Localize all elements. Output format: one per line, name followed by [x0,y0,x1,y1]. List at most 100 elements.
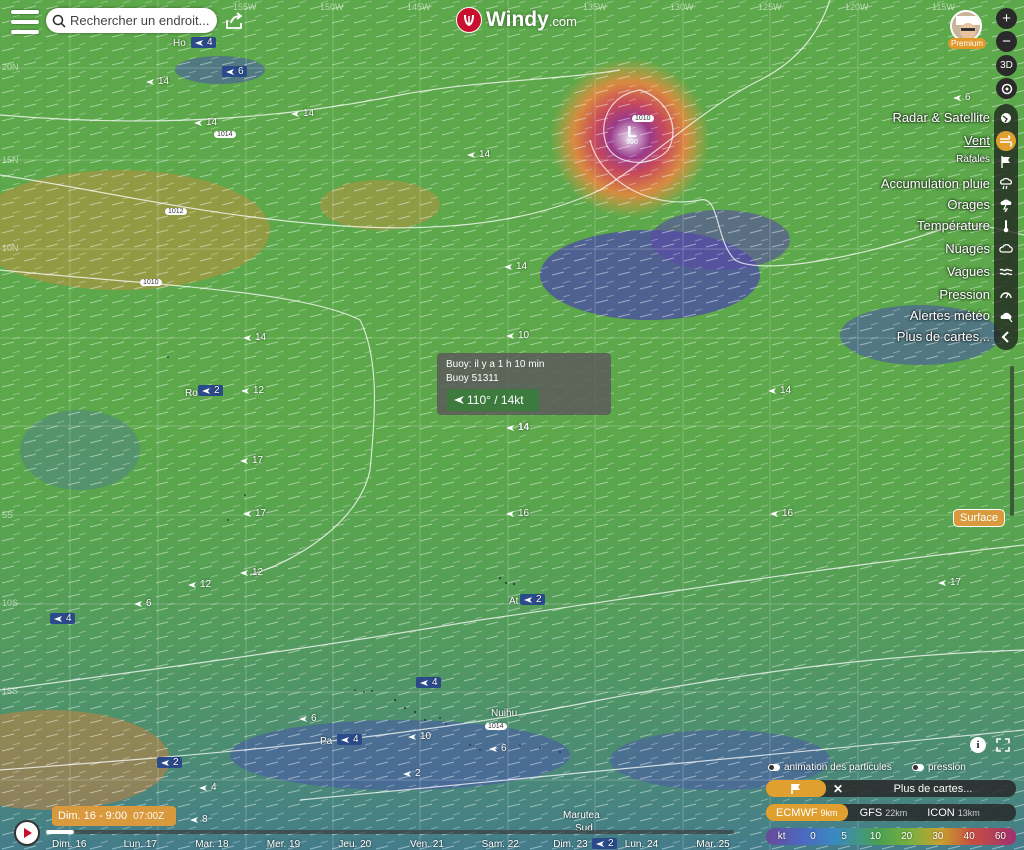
wind-station-label[interactable]: 6 [133,598,152,609]
wind-station-label[interactable]: 4 [337,734,362,745]
layer-2-label[interactable]: Vent [964,133,990,148]
wind-station-label[interactable]: 6 [298,713,317,724]
wind-speed-value: 10 [420,731,432,742]
surface-level-button[interactable]: Surface [953,509,1005,527]
windy-logo[interactable]: Windy.com [456,6,577,34]
wind-station-label[interactable]: 14 [466,149,490,160]
wind-speed-value: 6 [311,713,317,724]
wind-station-label[interactable]: 10 [505,330,529,341]
fullscreen-icon[interactable] [995,737,1011,753]
wind-station-label[interactable]: 12 [239,567,263,578]
thermometer-icon[interactable] [996,216,1016,236]
layer-4-label[interactable]: Accumulation pluie [881,176,990,191]
timeline-day-label[interactable]: Dim. 23 [553,839,587,850]
current-time-box[interactable]: Dim. 16 - 9:00 07:00Z [52,806,176,826]
wind-icon[interactable] [996,131,1016,151]
chevron-left-icon[interactable] [996,327,1016,347]
wind-station-label[interactable]: 14 [505,422,529,433]
wind-station-label[interactable]: 16 [769,508,793,519]
wind-station-label[interactable]: 2 [592,838,617,849]
view-3d-button[interactable]: 3D [996,55,1017,76]
layer-scrollbar[interactable] [1010,366,1014,516]
more-maps-button[interactable]: Plus de cartes... [850,783,1016,795]
timeline-day-label[interactable]: Jeu. 20 [338,839,371,850]
low-pressure-center[interactable]: L 990 [618,124,646,156]
weather-map[interactable]: 155W 150W 145W 135W 130W 125W 120W 115W 20N 15N 10… [0,0,1024,850]
layer-10-label[interactable]: Alertes météo [910,308,990,323]
layer-1-label[interactable]: Radar & Satellite [892,110,990,125]
alert-icon[interactable] [996,306,1016,326]
pressure-switch[interactable] [912,764,924,771]
search-input[interactable] [70,13,210,28]
wind-station-label[interactable]: 10 [407,731,431,742]
wind-station-label[interactable]: 12 [187,579,211,590]
timeline-day-label[interactable]: Sam. 22 [482,839,519,850]
model-ecmwf-button[interactable]: ECMWF 9km [766,804,848,821]
radar-satellite-icon[interactable] [996,108,1016,128]
pressure-toggle[interactable]: pression [912,762,966,773]
layer-5-label[interactable]: Orages [947,197,990,212]
wind-station-label[interactable]: 6 [222,66,247,77]
wind-station-label[interactable]: 17 [239,455,263,466]
wind-station-label[interactable]: 6 [952,92,971,103]
wind-station-label[interactable]: 17 [937,577,961,588]
layer-3-label[interactable]: Rafales [956,154,990,165]
close-icon[interactable]: ✕ [826,782,850,796]
location-icon[interactable] [996,78,1017,99]
pressure-gauge-icon[interactable] [996,285,1016,305]
timeline-day-label[interactable]: Mar. 18 [195,839,228,850]
wind-station-label[interactable]: 2 [402,768,421,779]
timeline-day-label[interactable]: Dim. 16 [52,839,86,850]
share-icon[interactable] [224,10,246,32]
wind-station-label[interactable]: 6 [488,743,507,754]
buoy-popup[interactable]: Buoy: il y a 1 h 10 min Buoy 51311 110° … [437,353,611,415]
timeline-day-label[interactable]: Mer. 19 [267,839,300,850]
wind-station-label[interactable]: 4 [191,37,216,48]
wind-station-label[interactable]: 14 [145,76,169,87]
wind-station-label[interactable]: 14 [290,108,314,119]
model-icon-button[interactable]: ICON 13km [917,804,990,821]
layer-11-label[interactable]: Plus de cartes... [897,329,990,344]
zoom-in-button[interactable]: + [996,8,1017,29]
wind-station-label[interactable]: 17 [242,508,266,519]
wind-station-label[interactable]: 2 [157,757,182,768]
wind-station-label[interactable]: 2 [520,594,545,605]
wind-station-label[interactable]: 12 [240,385,264,396]
wind-station-label[interactable]: 8 [189,814,208,825]
search-bar[interactable] [46,8,217,33]
layer-8-label[interactable]: Vagues [947,264,990,279]
wind-station-label[interactable]: 14 [767,385,791,396]
wind-station-label[interactable]: 2 [198,385,223,396]
cloud-icon[interactable] [996,239,1016,259]
wind-station-label[interactable]: 14 [193,117,217,128]
timeline-day-label[interactable]: Lun. 17 [124,839,157,850]
info-icon[interactable]: i [970,737,986,753]
wind-station-label[interactable]: 16 [505,508,529,519]
model-gfs-button[interactable]: GFS 22km [850,804,918,821]
layer-6-label[interactable]: Température [917,218,990,233]
menu-hamburger-icon[interactable] [10,10,40,34]
gusts-flag-icon[interactable] [996,152,1016,172]
wind-arrow-icon [291,110,299,117]
wind-station-label[interactable]: 14 [503,261,527,272]
waves-icon[interactable] [996,262,1016,282]
wind-station-label[interactable]: 4 [416,677,441,688]
particles-switch[interactable] [768,764,780,771]
layer-9-label[interactable]: Pression [939,287,990,302]
play-button[interactable] [14,820,40,846]
timeline-day-label[interactable]: Ven. 21 [410,839,444,850]
zoom-out-button[interactable]: − [996,31,1017,52]
favorites-flag-button[interactable] [766,780,826,797]
wind-station-label[interactable]: 14 [242,332,266,343]
rain-icon[interactable] [996,174,1016,194]
user-avatar[interactable]: Premium [948,10,987,49]
particles-toggle[interactable]: animation des particules [768,762,892,773]
layer-7-label[interactable]: Nuages [945,241,990,256]
timeline-day-label[interactable]: Mar. 25 [696,839,729,850]
buoy-wind-text: 110° / 14kt [467,393,524,407]
wind-station-label[interactable]: 4 [198,782,217,793]
thunderstorm-icon[interactable] [996,195,1016,215]
timeline-slider[interactable] [46,830,734,834]
timeline-day-label[interactable]: Lun. 24 [625,839,658,850]
wind-station-label[interactable]: 4 [50,613,75,624]
